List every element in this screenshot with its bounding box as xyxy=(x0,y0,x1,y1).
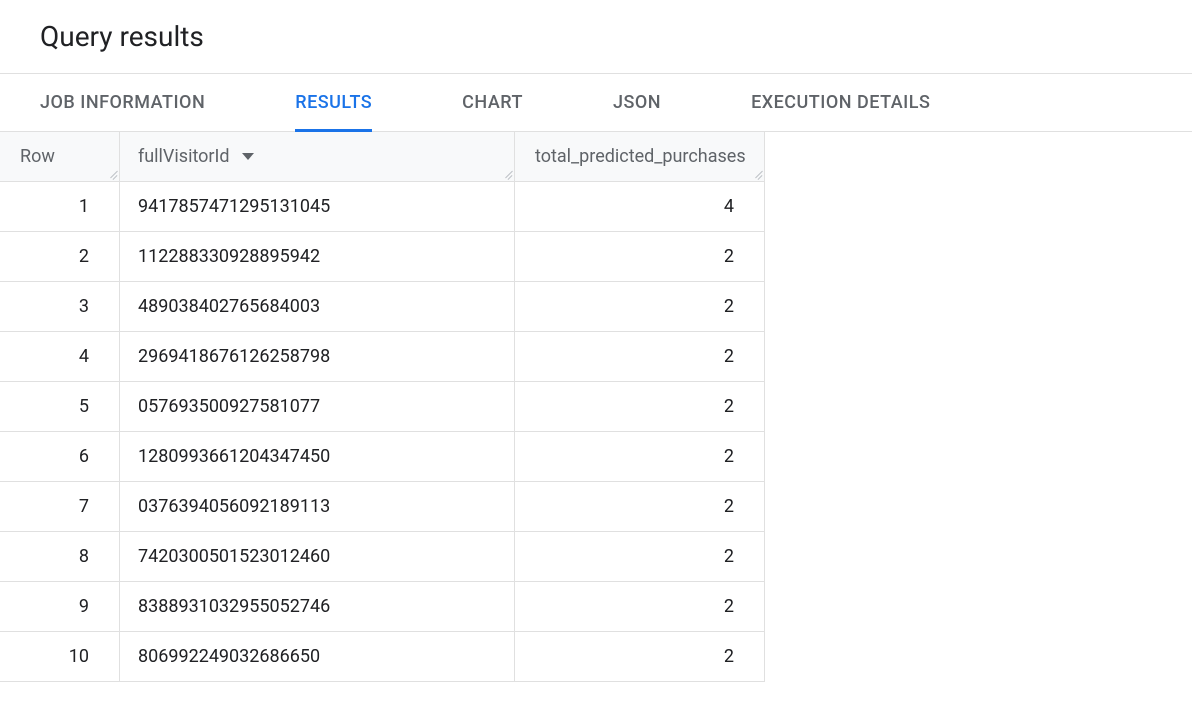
cell-row-number: 6 xyxy=(0,432,120,481)
resize-handle-icon[interactable] xyxy=(107,169,117,179)
table-row[interactable]: 21122883309288959422 xyxy=(0,232,765,282)
cell-row-number: 9 xyxy=(0,582,120,631)
cell-row-number: 1 xyxy=(0,182,120,231)
cell-row-number: 4 xyxy=(0,332,120,381)
results-table: Row fullVisitorId total_predicted_purcha… xyxy=(0,132,765,682)
table-row[interactable]: 612809936612043474502 xyxy=(0,432,765,482)
cell-total-predicted: 2 xyxy=(515,432,765,481)
tab-results[interactable]: RESULTS xyxy=(295,74,412,131)
cell-total-predicted: 2 xyxy=(515,482,765,531)
cell-total-predicted: 2 xyxy=(515,282,765,331)
column-header-row[interactable]: Row xyxy=(0,132,120,181)
tab-json[interactable]: JSON xyxy=(613,74,701,131)
tab-chart[interactable]: CHART xyxy=(462,74,563,131)
sort-desc-icon xyxy=(242,153,254,160)
cell-fullvisitorid: 806992249032686650 xyxy=(120,632,515,681)
column-header-fullvisitorid[interactable]: fullVisitorId xyxy=(120,132,515,181)
cell-fullvisitorid: 489038402765684003 xyxy=(120,282,515,331)
column-header-label: total_predicted_purchases xyxy=(535,146,746,167)
cell-row-number: 10 xyxy=(0,632,120,681)
resize-handle-icon[interactable] xyxy=(502,169,512,179)
table-row[interactable]: 983889310329550527462 xyxy=(0,582,765,632)
cell-row-number: 7 xyxy=(0,482,120,531)
cell-total-predicted: 2 xyxy=(515,382,765,431)
cell-fullvisitorid: 2969418676126258798 xyxy=(120,332,515,381)
cell-fullvisitorid: 9417857471295131045 xyxy=(120,182,515,231)
tab-job-information[interactable]: JOB INFORMATION xyxy=(40,74,245,131)
cell-row-number: 5 xyxy=(0,382,120,431)
cell-fullvisitorid: 057693500927581077 xyxy=(120,382,515,431)
table-header-row: Row fullVisitorId total_predicted_purcha… xyxy=(0,132,765,182)
cell-total-predicted: 2 xyxy=(515,582,765,631)
cell-fullvisitorid: 112288330928895942 xyxy=(120,232,515,281)
column-header-label: fullVisitorId xyxy=(138,146,230,167)
column-header-label: Row xyxy=(20,146,55,167)
table-row[interactable]: 703763940560921891132 xyxy=(0,482,765,532)
cell-row-number: 8 xyxy=(0,532,120,581)
cell-total-predicted: 2 xyxy=(515,532,765,581)
resize-handle-icon[interactable] xyxy=(752,169,762,179)
column-header-total-predicted[interactable]: total_predicted_purchases xyxy=(515,132,765,181)
table-row[interactable]: 108069922490326866502 xyxy=(0,632,765,682)
cell-fullvisitorid: 0376394056092189113 xyxy=(120,482,515,531)
cell-fullvisitorid: 8388931032955052746 xyxy=(120,582,515,631)
tab-execution-details[interactable]: EXECUTION DETAILS xyxy=(751,74,970,131)
cell-row-number: 2 xyxy=(0,232,120,281)
cell-total-predicted: 2 xyxy=(515,232,765,281)
cell-total-predicted: 2 xyxy=(515,632,765,681)
page-title: Query results xyxy=(40,20,1152,53)
header: Query results xyxy=(0,0,1192,73)
tabs-bar: JOB INFORMATION RESULTS CHART JSON EXECU… xyxy=(0,73,1192,132)
cell-total-predicted: 4 xyxy=(515,182,765,231)
cell-fullvisitorid: 1280993661204347450 xyxy=(120,432,515,481)
cell-total-predicted: 2 xyxy=(515,332,765,381)
table-row[interactable]: 34890384027656840032 xyxy=(0,282,765,332)
cell-row-number: 3 xyxy=(0,282,120,331)
table-row[interactable]: 874203005015230124602 xyxy=(0,532,765,582)
table-row[interactable]: 194178574712951310454 xyxy=(0,182,765,232)
table-row[interactable]: 429694186761262587982 xyxy=(0,332,765,382)
table-row[interactable]: 50576935009275810772 xyxy=(0,382,765,432)
cell-fullvisitorid: 7420300501523012460 xyxy=(120,532,515,581)
